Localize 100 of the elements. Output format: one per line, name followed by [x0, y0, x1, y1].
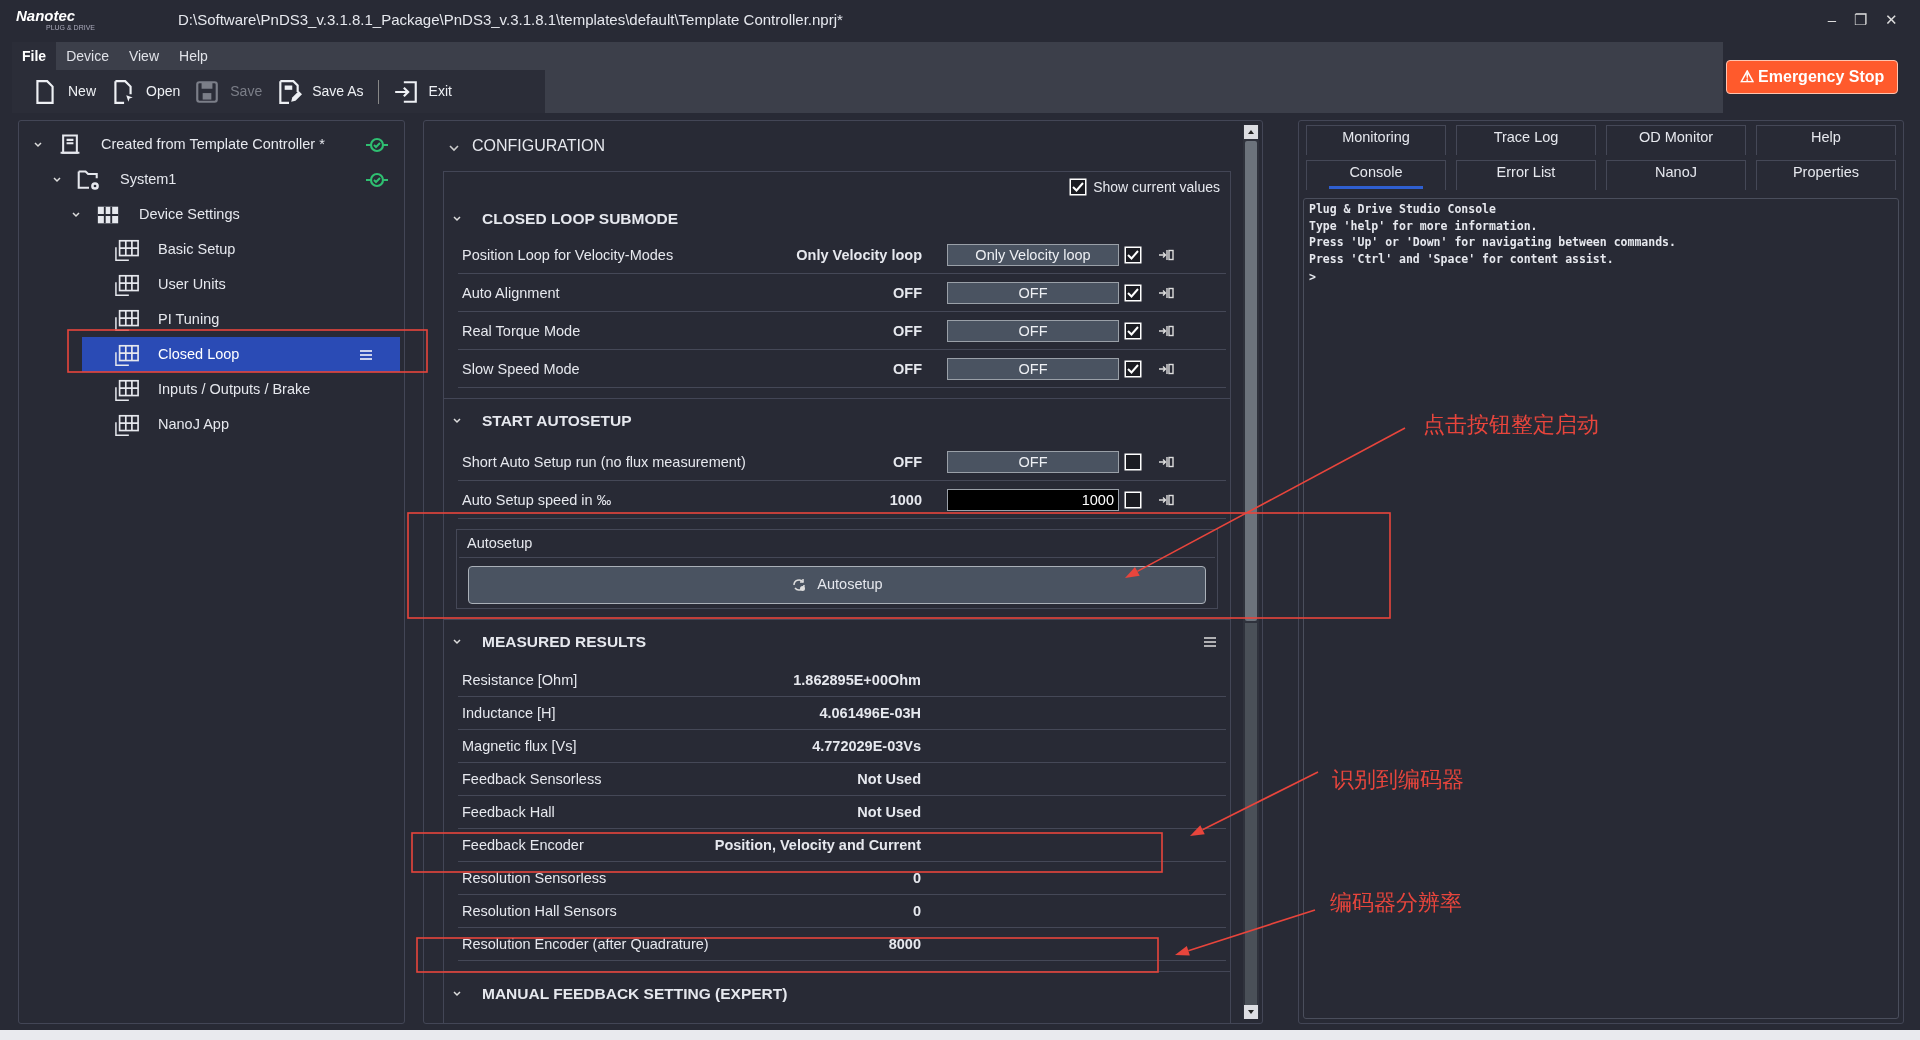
group-title: Autosetup	[467, 534, 533, 554]
panel-tab[interactable]: Error List	[1456, 160, 1596, 190]
console-line: Press 'Ctrl' and 'Space' for content assist.	[1309, 250, 1615, 267]
table-icon	[114, 307, 140, 332]
table-icon	[114, 412, 140, 437]
toolbar-button[interactable]: New	[32, 71, 110, 112]
document-pencil-icon	[276, 78, 303, 105]
checked-checkbox[interactable]	[1124, 245, 1142, 264]
apply-icon[interactable]	[1158, 454, 1174, 469]
chevron-icon[interactable]	[452, 989, 462, 999]
apply-icon[interactable]	[1158, 285, 1174, 300]
parameter-label: Real Torque Mode	[461, 321, 581, 341]
current-value: OFF	[893, 359, 922, 379]
current-value: 0	[912, 869, 921, 888]
toolbar-button[interactable]: Open	[110, 71, 195, 112]
chevron-down-icon[interactable]	[71, 209, 81, 220]
apply-icon[interactable]	[1158, 247, 1174, 262]
parameter-label: Feedback Sensorless	[461, 770, 602, 789]
autosetup-button[interactable]: Autosetup	[468, 566, 1206, 604]
close-button[interactable]: ✕	[1885, 8, 1898, 32]
panel-tab[interactable]: Trace Log	[1456, 125, 1596, 155]
checked-checkbox[interactable]	[1124, 283, 1142, 302]
value-dropdown[interactable]: OFF	[947, 319, 1119, 342]
scrollbar[interactable]	[1243, 125, 1259, 1019]
panel-tab[interactable]: Properties	[1756, 160, 1896, 190]
parameter-label: Resolution Hall Sensors	[461, 902, 617, 921]
chevron-down-icon[interactable]	[33, 139, 43, 150]
value-dropdown[interactable]: OFF	[947, 281, 1119, 304]
table-icon	[114, 272, 140, 297]
tree-item[interactable]: System1	[19, 162, 400, 197]
current-value: Not Used	[857, 770, 921, 789]
apply-icon[interactable]	[1158, 361, 1174, 376]
menu-item[interactable]: Help	[169, 42, 218, 70]
current-value: 0	[912, 902, 921, 921]
scroll-down-icon[interactable]	[1244, 1005, 1258, 1019]
restore-button[interactable]: ❐	[1854, 8, 1867, 32]
chevron-icon[interactable]	[452, 637, 462, 647]
annotation-text: 编码器分辨率	[1330, 889, 1462, 917]
tree-item[interactable]: Basic Setup	[19, 232, 400, 267]
panel-tab[interactable]: Console	[1306, 160, 1446, 190]
tree-item[interactable]: NanoJ App	[19, 407, 400, 442]
parameter-label: Auto Setup speed in ‰	[461, 490, 612, 510]
scrollbar-thumb[interactable]	[1245, 141, 1257, 621]
table-icon	[114, 342, 140, 367]
logo-text: Nanotec	[16, 8, 77, 23]
tree-item[interactable]: Inputs / Outputs / Brake	[19, 372, 400, 407]
parameter-label: Auto Alignment	[461, 283, 560, 303]
toolbar-button[interactable]: Save As	[276, 71, 378, 112]
toolbar-button[interactable]: Exit	[392, 71, 466, 112]
tree-item[interactable]: User Units	[19, 267, 400, 302]
section-title: MEASURED RESULTS	[482, 632, 647, 653]
parameter-label: Position Loop for Velocity-Modes	[461, 245, 674, 265]
minimize-button[interactable]: –	[1827, 8, 1836, 32]
panel-tab[interactable]: Help	[1756, 125, 1896, 155]
current-value: 4.061496E-03H	[819, 704, 921, 723]
menu-item[interactable]: View	[118, 42, 169, 70]
folder-gear-icon	[76, 167, 102, 192]
scroll-up-icon[interactable]	[1244, 125, 1258, 139]
checked-checkbox[interactable]	[1124, 321, 1142, 340]
chevron-icon[interactable]	[452, 416, 462, 426]
section-title: CONFIGURATION	[472, 136, 606, 156]
tree-item[interactable]: PI Tuning	[19, 302, 400, 337]
tree-item[interactable]: Created from Template Controller *	[19, 127, 400, 162]
chevron-down-icon[interactable]	[52, 174, 62, 185]
console-line: Press 'Up' or 'Down' for navigating between commands.	[1309, 234, 1677, 251]
value-dropdown[interactable]: OFF	[947, 450, 1119, 473]
panel-tab[interactable]: Monitoring	[1306, 125, 1446, 155]
table-icon	[114, 377, 140, 402]
current-value: 1.862895E+00Ohm	[793, 671, 921, 690]
menu-icon[interactable]	[1204, 637, 1216, 647]
current-value: Only Velocity loop	[796, 245, 922, 265]
tree-item[interactable]: Device Settings	[19, 197, 400, 232]
chevron-icon[interactable]	[448, 142, 460, 154]
tree-item[interactable]: Closed Loop	[82, 337, 400, 372]
number-field[interactable]: 1000	[947, 488, 1119, 511]
console-prompt: >	[1309, 269, 1317, 286]
checkbox[interactable]	[1124, 490, 1142, 509]
current-value: Not Used	[857, 803, 921, 822]
console-line: Type 'help' for more information.	[1309, 217, 1539, 234]
parameter-label: Inductance [H]	[461, 704, 556, 723]
current-value: 8000	[888, 935, 921, 954]
chevron-icon[interactable]	[452, 214, 462, 224]
menu-item[interactable]: Device	[56, 42, 119, 70]
checkbox-label: Show current values	[1093, 177, 1220, 197]
section-title: MANUAL FEEDBACK SETTING (EXPERT)	[482, 984, 788, 1005]
checked-checkbox[interactable]	[1124, 359, 1142, 378]
current-value: 4.772029E-03Vs	[812, 737, 921, 756]
checkbox[interactable]	[1124, 452, 1142, 471]
parameter-label: Slow Speed Mode	[461, 359, 580, 379]
panel-tab[interactable]: OD Monitor	[1606, 125, 1746, 155]
value-dropdown[interactable]: Only Velocity loop	[947, 243, 1119, 266]
apply-icon[interactable]	[1158, 323, 1174, 338]
apply-icon[interactable]	[1158, 492, 1174, 507]
parameter-label: Magnetic flux [Vs]	[461, 737, 577, 756]
checked-checkbox[interactable]	[1069, 178, 1088, 196]
annotation-text: 点击按钮整定启动	[1423, 411, 1599, 439]
value-dropdown[interactable]: OFF	[947, 357, 1119, 380]
panel-tab[interactable]: NanoJ	[1606, 160, 1746, 190]
menu-item[interactable]: File	[12, 42, 57, 70]
section-title: START AUTOSETUP	[482, 411, 632, 432]
